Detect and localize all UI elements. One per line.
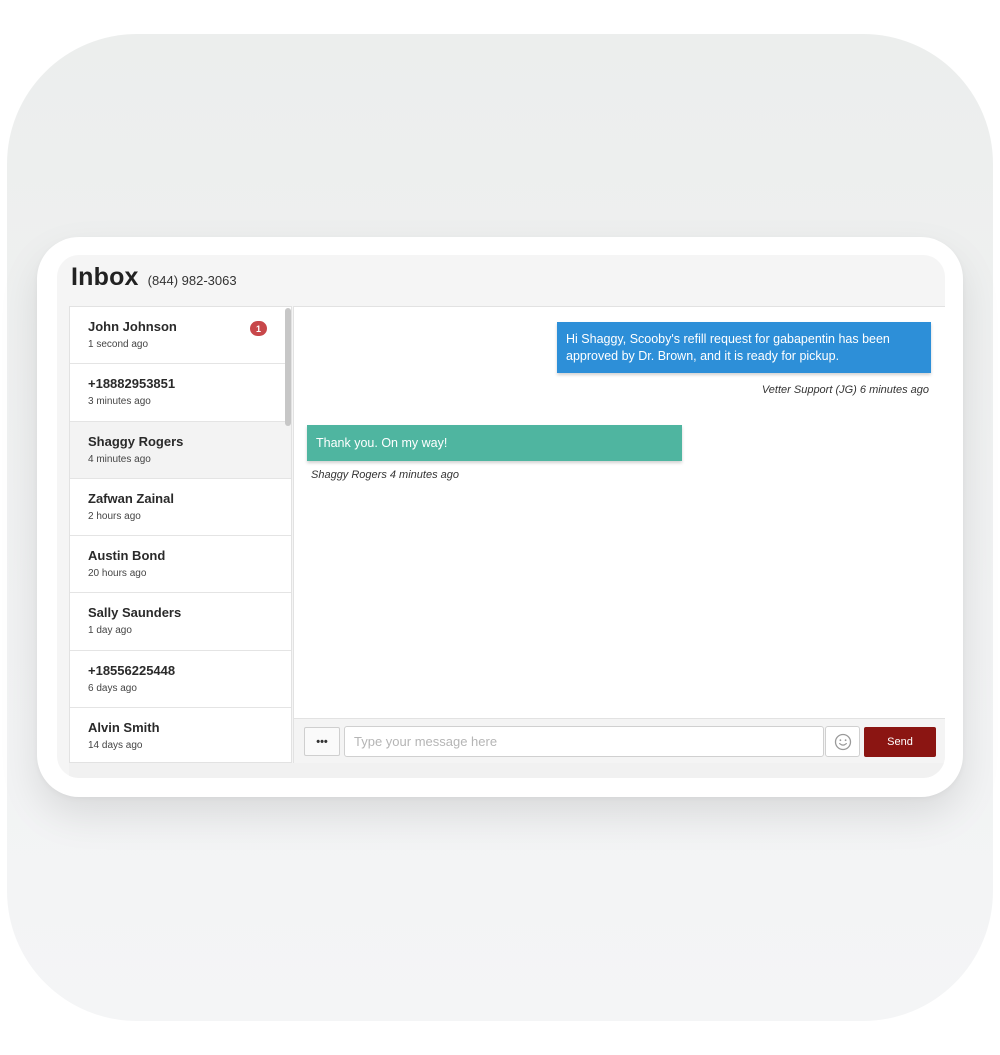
incoming-message-bubble: Thank you. On my way! [307,425,682,461]
contact-name: +18556225448 [88,662,176,678]
outgoing-message-bubble: Hi Shaggy, Scooby's refill request for g… [557,322,931,373]
contact-time: 4 minutes ago [88,453,151,465]
inbox-header: Inbox (844) 982-3063 [71,263,237,303]
send-button[interactable]: Send [864,727,936,757]
contact-name: Shaggy Rogers [88,433,184,449]
contact-name: Sally Saunders [88,605,182,621]
contact-time: 20 hours ago [88,568,147,580]
inbox-app: Inbox (844) 982-3063 John Johnson 1 seco… [57,255,945,778]
message-composer: ••• Send [293,718,945,763]
inbox-phone-number: (844) 982-3063 [147,273,237,288]
contact-time: 6 days ago [88,682,137,694]
contact-name: Austin Bond [88,548,166,564]
contact-time: 14 days ago [88,740,143,752]
contact-name: Zafwan Zainal [88,490,174,506]
conversation-item-18556225448[interactable]: +18556225448 6 days ago [70,650,291,709]
conversation-item-shaggy-rogers[interactable]: Shaggy Rogers 4 minutes ago [70,421,291,479]
outgoing-message-meta: Vetter Support (JG) 6 minutes ago [761,384,929,396]
contact-time: 2 hours ago [88,510,141,522]
contact-time: 3 minutes ago [88,396,151,408]
conversation-item-austin-bond[interactable]: Austin Bond 20 hours ago [70,536,291,594]
contact-name: Alvin Smith [88,720,160,736]
conversation-item-sally-saunders[interactable]: Sally Saunders 1 day ago [70,593,291,651]
conversation-list: John Johnson 1 second ago 1 +18882953851… [69,306,292,763]
conversation-list-scrollbar[interactable] [285,308,291,426]
message-thread: Hi Shaggy, Scooby's refill request for g… [293,306,945,718]
conversation-item-alvin-smith[interactable]: Alvin Smith 14 days ago [70,708,291,762]
emoji-button[interactable] [825,726,860,757]
smiley-icon [834,733,851,750]
message-input[interactable] [344,726,824,757]
incoming-message-meta: Shaggy Rogers 4 minutes ago [311,469,459,481]
more-options-button[interactable]: ••• [304,727,340,756]
conversation-item-zafwan-zainal[interactable]: Zafwan Zainal 2 hours ago [70,478,291,537]
bottom-strip [69,763,945,778]
unread-badge: 1 [250,321,267,336]
contact-name: +18882953851 [88,376,176,392]
conversation-item-18882953851[interactable]: +18882953851 3 minutes ago [70,364,291,422]
page-title: Inbox [71,263,139,291]
contact-time: 1 day ago [88,625,132,637]
conversation-item-john-johnson[interactable]: John Johnson 1 second ago 1 [70,307,291,365]
contact-time: 1 second ago [88,339,149,350]
